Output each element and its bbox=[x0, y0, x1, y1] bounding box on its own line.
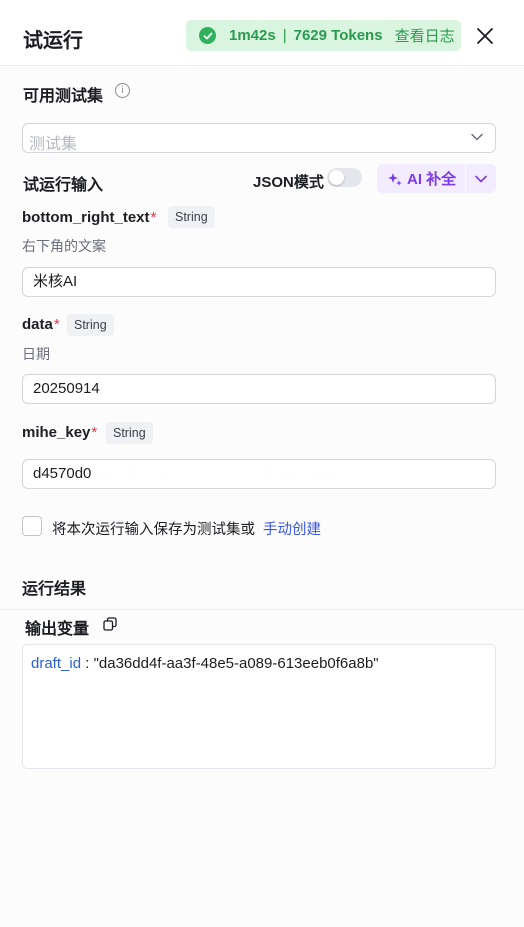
required-mark: * bbox=[53, 316, 60, 333]
run-result-title: 运行结果 bbox=[22, 581, 87, 598]
chevron-down-icon bbox=[475, 175, 487, 183]
mihe-key-input[interactable]: d4570d0 bbox=[22, 459, 496, 489]
ai-complete-button[interactable]: AI 补全 bbox=[377, 164, 465, 193]
token-count: 7629 Tokens bbox=[293, 27, 383, 44]
check-circle-icon bbox=[199, 27, 216, 44]
chevron-down-icon bbox=[471, 133, 483, 141]
type-tag: String bbox=[168, 206, 215, 228]
output-result-box: draft_id : "da36dd4f-aa3f-48e5-a089-613e… bbox=[22, 644, 496, 769]
view-log-link[interactable]: 查看日志 bbox=[395, 25, 455, 46]
output-value: "da36dd4f-aa3f-48e5-a089-613eeb0f6a8b" bbox=[93, 655, 379, 672]
run-input-label: 试运行输入 bbox=[23, 177, 104, 194]
output-entry: draft_id : "da36dd4f-aa3f-48e5-a089-613e… bbox=[31, 655, 379, 672]
output-key: draft_id bbox=[31, 655, 82, 672]
run-duration: 1m42s bbox=[229, 27, 276, 44]
output-variable-label: 输出变量 bbox=[25, 621, 90, 638]
testset-placeholder: 测试集 bbox=[29, 136, 78, 153]
test-run-panel: 试运行 1m42s | 7629 Tokens 查看日志 可用测试集 i 测试集… bbox=[0, 0, 524, 927]
redaction-blur bbox=[96, 466, 346, 483]
ai-complete-label: AI 补全 bbox=[407, 171, 457, 188]
toggle-knob bbox=[329, 170, 344, 185]
output-colon: : bbox=[81, 655, 94, 672]
json-mode-toggle[interactable] bbox=[327, 168, 362, 187]
type-tag: String bbox=[106, 422, 153, 444]
save-testset-checkbox[interactable] bbox=[22, 516, 42, 536]
panel-header: 试运行 1m42s | 7629 Tokens 查看日志 bbox=[0, 0, 524, 66]
run-status-badge: 1m42s | 7629 Tokens 查看日志 bbox=[186, 20, 461, 51]
ai-complete-dropdown[interactable] bbox=[466, 164, 496, 193]
testset-select[interactable]: 测试集 bbox=[22, 123, 496, 153]
panel-title: 试运行 bbox=[23, 30, 83, 52]
save-testset-text: 将本次运行输入保存为测试集或 bbox=[52, 522, 255, 538]
field-name-text: bottom_right_text bbox=[22, 209, 150, 226]
field-name-text: mihe_key bbox=[22, 424, 91, 441]
type-tag: String bbox=[67, 314, 114, 336]
field-description: 右下角的文案 bbox=[22, 238, 106, 254]
field-name-text: data bbox=[22, 316, 53, 333]
info-icon[interactable]: i bbox=[115, 83, 130, 98]
divider bbox=[0, 609, 524, 610]
status-separator: | bbox=[282, 27, 287, 44]
required-mark: * bbox=[91, 424, 98, 441]
copy-icon[interactable] bbox=[103, 617, 117, 631]
field-name-data: data* bbox=[22, 316, 60, 333]
manual-create-link[interactable]: 手动创建 bbox=[263, 518, 321, 539]
testset-label: 可用测试集 bbox=[23, 88, 104, 105]
data-input[interactable]: 20250914 bbox=[22, 374, 496, 404]
bottom-right-text-input[interactable]: 米核AI bbox=[22, 267, 496, 297]
close-icon[interactable] bbox=[476, 27, 494, 45]
field-description: 日期 bbox=[22, 346, 50, 362]
json-mode-label: JSON模式 bbox=[253, 174, 324, 191]
mihe-key-value: d4570d0 bbox=[33, 465, 92, 482]
sparkle-icon bbox=[388, 172, 402, 186]
field-name-bottom-right-text: bottom_right_text* bbox=[22, 209, 156, 226]
field-name-mihe-key: mihe_key* bbox=[22, 424, 97, 441]
required-mark: * bbox=[150, 209, 157, 226]
